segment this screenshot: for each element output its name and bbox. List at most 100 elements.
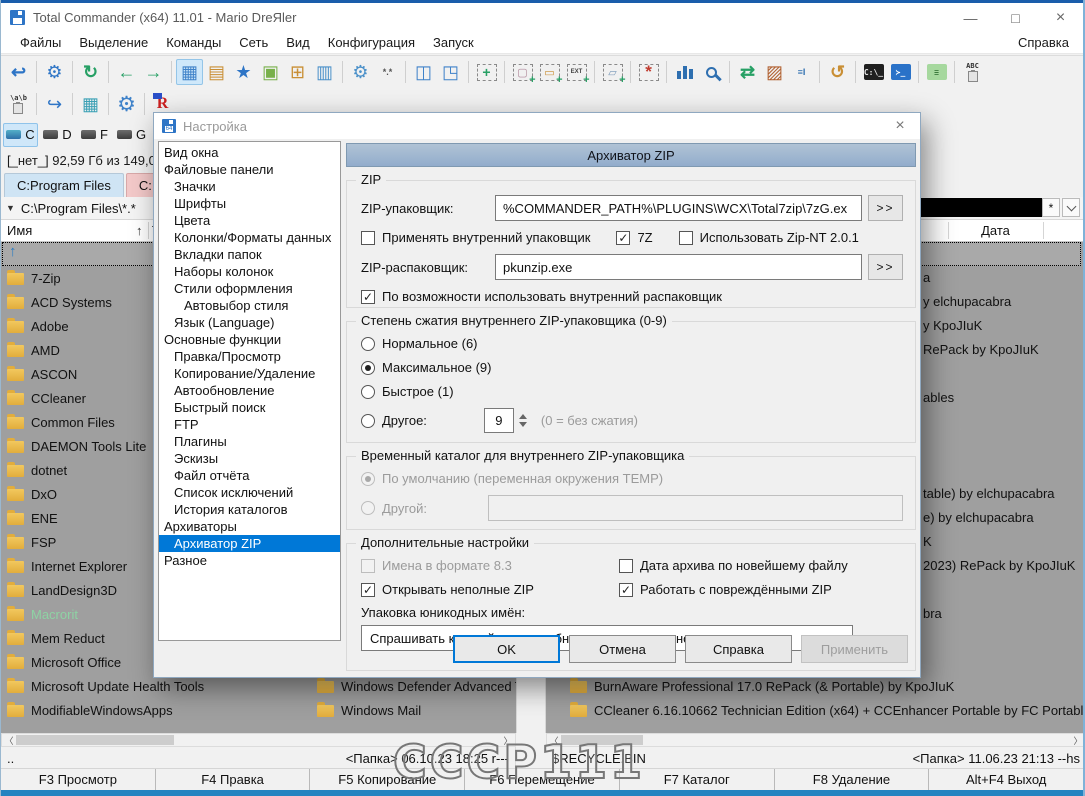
clipboard-ab-icon[interactable]: \a\b xyxy=(5,91,32,117)
menu-конфигурация[interactable]: Конфигурация xyxy=(319,35,424,50)
invert-selection-icon[interactable]: * xyxy=(635,59,662,85)
fkey-alt-f4[interactable]: Alt+F4 Выход xyxy=(928,769,1083,790)
shortcut-icon[interactable]: ↪ xyxy=(41,91,68,117)
tree-item-разное[interactable]: Разное xyxy=(159,552,340,569)
internal-packer-checkbox[interactable]: Применять внутренний упаковщик xyxy=(361,230,590,245)
maximize-button[interactable]: □ xyxy=(993,3,1038,32)
dialog-titlebar[interactable]: Настройка × xyxy=(154,113,920,139)
titlebar[interactable]: Total Commander (x64) 11.01 - Mario DreЯ… xyxy=(1,3,1083,32)
open-partial-zip-checkbox[interactable]: ✓ Открывать неполные ZIP xyxy=(361,582,619,597)
image-view-icon[interactable]: ▣ xyxy=(257,59,284,85)
sync-compare-icon[interactable]: ⇄ xyxy=(734,59,761,85)
tree-item-цвета[interactable]: Цвета xyxy=(159,212,340,229)
name-column-header[interactable]: Имя xyxy=(7,223,32,238)
ok-button[interactable]: OK xyxy=(453,635,560,663)
settings-gear-icon[interactable]: ⚙ xyxy=(113,91,140,117)
tree-item-язык-language-[interactable]: Язык (Language) xyxy=(159,314,340,331)
minimize-button[interactable]: — xyxy=(948,3,993,32)
tree-item-эскизы[interactable]: Эскизы xyxy=(159,450,340,467)
date-column-header[interactable]: Дата xyxy=(948,223,1043,238)
archive-date-checkbox[interactable]: Дата архива по новейшему файлу xyxy=(619,558,848,573)
menu-вид[interactable]: Вид xyxy=(277,35,319,50)
tree-item-плагины[interactable]: Плагины xyxy=(159,433,340,450)
tree-item-файловые-панели[interactable]: Файловые панели xyxy=(159,161,340,178)
tree-item-шрифты[interactable]: Шрифты xyxy=(159,195,340,212)
disk-usage-chart-icon[interactable] xyxy=(671,59,698,85)
tree-item-история-каталогов[interactable]: История каталогов xyxy=(159,501,340,518)
tree-item-автовыбор-стиля[interactable]: Автовыбор стиля xyxy=(159,297,340,314)
filter-gear-icon[interactable]: ⚙ xyxy=(347,59,374,85)
zip-nt-checkbox[interactable]: Использовать Zip-NT 2.0.1 xyxy=(679,230,859,245)
back-arrow-icon[interactable]: ↩ xyxy=(5,59,32,85)
tree-item-основные-функции[interactable]: Основные функции xyxy=(159,331,340,348)
multi-rename-icon[interactable]: ≡I xyxy=(788,59,815,85)
справка-button[interactable]: Справка xyxy=(685,635,792,663)
sync-dirs-icon[interactable]: ↺ xyxy=(824,59,851,85)
list-view-icon[interactable]: ▤ xyxy=(203,59,230,85)
powershell-icon[interactable]: ≻_ xyxy=(887,59,914,85)
filter-mask-icon[interactable]: *.* xyxy=(374,59,401,85)
menu-сеть[interactable]: Сеть xyxy=(230,35,277,50)
fkey-f4[interactable]: F4 Правка xyxy=(155,769,310,790)
zip-packer-input[interactable]: %COMMANDER_PATH%\PLUGINS\WCX\Total7zip\7… xyxy=(495,195,862,221)
tree-item-вид-окна[interactable]: Вид окна xyxy=(159,144,340,161)
select-expand-icon[interactable]: + xyxy=(473,59,500,85)
two-panel-view-icon[interactable]: ◫ xyxy=(410,59,437,85)
select-files-icon[interactable]: ▢+ xyxy=(509,59,536,85)
отмена-button[interactable]: Отмена xyxy=(569,635,676,663)
internal-unpacker-checkbox[interactable]: ✓ По возможности использовать внутренний… xyxy=(361,289,722,304)
drive-f-button[interactable]: F xyxy=(77,123,112,147)
command-prompt-icon[interactable]: C:\_ xyxy=(860,59,887,85)
compression-fast-radio[interactable]: Быстрое (1) xyxy=(361,384,454,399)
path-menu-icon[interactable]: ▼ xyxy=(6,203,15,213)
7z-checkbox[interactable]: ✓ 7Z xyxy=(616,230,652,245)
tree-item-быстрый-поиск[interactable]: Быстрый поиск xyxy=(159,399,340,416)
search-icon[interactable] xyxy=(698,59,725,85)
tree-item-значки[interactable]: Значки xyxy=(159,178,340,195)
tree-item-наборы-колонок[interactable]: Наборы колонок xyxy=(159,263,340,280)
tab-c-program-files[interactable]: C:Program Files xyxy=(4,173,124,197)
tree-item-файл-отчёта[interactable]: Файл отчёта xyxy=(159,467,340,484)
tree-item-автообновление[interactable]: Автообновление xyxy=(159,382,340,399)
hotlist-chevron-button[interactable] xyxy=(1062,198,1080,217)
menu-команды[interactable]: Команды xyxy=(157,35,230,50)
menu-выделение[interactable]: Выделение xyxy=(70,35,157,50)
tree-item-архиваторы[interactable]: Архиваторы xyxy=(159,518,340,535)
configure-panels-icon[interactable]: ⚙ xyxy=(41,59,68,85)
fkey-f3[interactable]: F3 Просмотр xyxy=(1,769,155,790)
favorites-star-icon[interactable]: ★ xyxy=(230,59,257,85)
zip-packer-browse-button[interactable]: >> xyxy=(868,195,903,221)
spinner-arrows[interactable] xyxy=(519,414,527,427)
tree-item-колонки-форматы-данных[interactable]: Колонки/Форматы данных xyxy=(159,229,340,246)
close-button[interactable]: × xyxy=(1038,3,1083,32)
folder-tree-icon[interactable]: ⊞ xyxy=(284,59,311,85)
file-row[interactable]: ModifiableWindowsApps xyxy=(1,698,309,722)
zip-unpacker-browse-button[interactable]: >> xyxy=(868,254,903,280)
select-extension-icon[interactable]: EXT+ xyxy=(563,59,590,85)
copy-selection-icon[interactable]: ▱+ xyxy=(599,59,626,85)
details-view-icon[interactable]: ▥ xyxy=(311,59,338,85)
fkey-f8[interactable]: F8 Удаление xyxy=(774,769,929,790)
compression-max-radio[interactable]: Максимальное (9) xyxy=(361,360,491,375)
zip-unpacker-input[interactable]: pkunzip.exe xyxy=(495,254,862,280)
compression-other-radio[interactable]: Другое: xyxy=(361,413,427,428)
history-back-icon[interactable]: ← xyxy=(113,59,140,85)
expand-panel-icon[interactable]: ◳ xyxy=(437,59,464,85)
refresh-icon[interactable]: ↻ xyxy=(77,59,104,85)
tree-item-список-исключений[interactable]: Список исключений xyxy=(159,484,340,501)
drive-g-button[interactable]: G xyxy=(114,123,149,147)
menu-help[interactable]: Справка xyxy=(1009,35,1083,50)
history-button[interactable]: * xyxy=(1042,198,1060,217)
select-folders-icon[interactable]: ▭+ xyxy=(536,59,563,85)
compare-contents-icon[interactable]: ▨ xyxy=(761,59,788,85)
tree-item-архиватор-zip[interactable]: Архиватор ZIP xyxy=(159,535,340,552)
tree-item-стили-оформления[interactable]: Стили оформления xyxy=(159,280,340,297)
drive-d-button[interactable]: D xyxy=(40,123,75,147)
spell-check-icon[interactable]: ABC xyxy=(959,59,986,85)
damaged-zip-checkbox[interactable]: ✓ Работать с повреждёнными ZIP xyxy=(619,582,832,597)
tree-item-копирование-удаление[interactable]: Копирование/Удаление xyxy=(159,365,340,382)
control-panel-icon[interactable]: ▦ xyxy=(77,91,104,117)
compression-normal-radio[interactable]: Нормальное (6) xyxy=(361,336,478,351)
file-row[interactable]: Windows Mail xyxy=(311,698,516,722)
dialog-close-button[interactable]: × xyxy=(880,117,920,135)
